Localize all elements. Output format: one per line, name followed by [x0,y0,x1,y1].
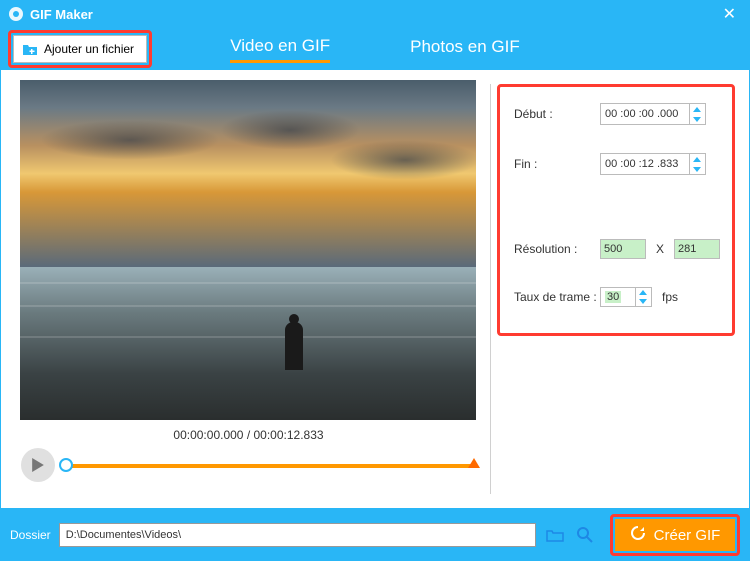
playback-controls [19,448,478,482]
row-start: Début : 00 :00 :00 .000 [514,103,720,125]
add-file-label: Ajouter un fichier [44,42,134,56]
width-input[interactable]: 500 [600,239,646,259]
preview-pane: 00:00:00.000 / 00:00:12.833 [1,70,490,508]
tab-video-to-gif[interactable]: Video en GIF [230,36,330,63]
highlight-add-file: Ajouter un fichier [8,30,152,68]
highlight-settings: Début : 00 :00 :00 .000 Fin : 00 :00 :12… [497,84,735,336]
chevron-up-icon [690,104,705,114]
chevron-down-icon [690,164,705,174]
main-area: 00:00:00.000 / 00:00:12.833 Début : 00 :… [0,70,750,508]
folder-label: Dossier [10,528,51,542]
footer: Dossier D:\Documentes\Videos\ Créer GIF [0,508,750,561]
tab-photos-to-gif[interactable]: Photos en GIF [410,37,520,61]
trim-slider[interactable] [65,464,476,468]
refresh-icon [630,525,646,545]
folder-plus-icon [22,42,38,56]
resolution-label: Résolution : [514,242,600,256]
start-spinner[interactable] [689,104,705,124]
create-gif-button[interactable]: Créer GIF [615,519,735,551]
fps-unit: fps [662,290,678,304]
browse-folder-button[interactable] [544,524,566,546]
fps-spinner[interactable] [635,288,651,306]
height-input[interactable]: 281 [674,239,720,259]
chevron-down-icon [690,114,705,124]
settings-pane: Début : 00 :00 :00 .000 Fin : 00 :00 :12… [491,70,749,508]
trim-end-handle[interactable] [468,458,480,468]
end-time-input[interactable]: 00 :00 :12 .833 [600,153,706,175]
play-button[interactable] [21,448,55,482]
end-spinner[interactable] [689,154,705,174]
row-resolution: Résolution : 500 X 281 [514,239,720,259]
close-icon[interactable]: ✕ [717,4,742,24]
row-end: Fin : 00 :00 :12 .833 [514,153,720,175]
time-display: 00:00:00.000 / 00:00:12.833 [173,428,323,442]
chevron-up-icon [690,154,705,164]
search-button[interactable] [574,524,596,546]
fps-input[interactable]: 30 [600,287,652,307]
chevron-down-icon [636,297,651,306]
output-path-input[interactable]: D:\Documentes\Videos\ [59,523,536,547]
add-file-button[interactable]: Ajouter un fichier [13,35,147,63]
toolbar: Ajouter un fichier Video en GIF Photos e… [0,28,750,70]
video-preview[interactable] [20,80,476,420]
row-framerate: Taux de trame : 30 fps [514,287,720,307]
create-gif-label: Créer GIF [654,527,721,544]
highlight-create: Créer GIF [610,514,740,556]
title-bar: GIF Maker ✕ [0,0,750,28]
playhead[interactable] [59,458,73,472]
framerate-label: Taux de trame : [514,290,600,304]
app-icon [8,6,24,22]
chevron-up-icon [636,288,651,297]
start-time-input[interactable]: 00 :00 :00 .000 [600,103,706,125]
start-label: Début : [514,107,600,121]
end-label: Fin : [514,157,600,171]
resolution-x: X [656,242,664,256]
window-title: GIF Maker [30,7,717,22]
